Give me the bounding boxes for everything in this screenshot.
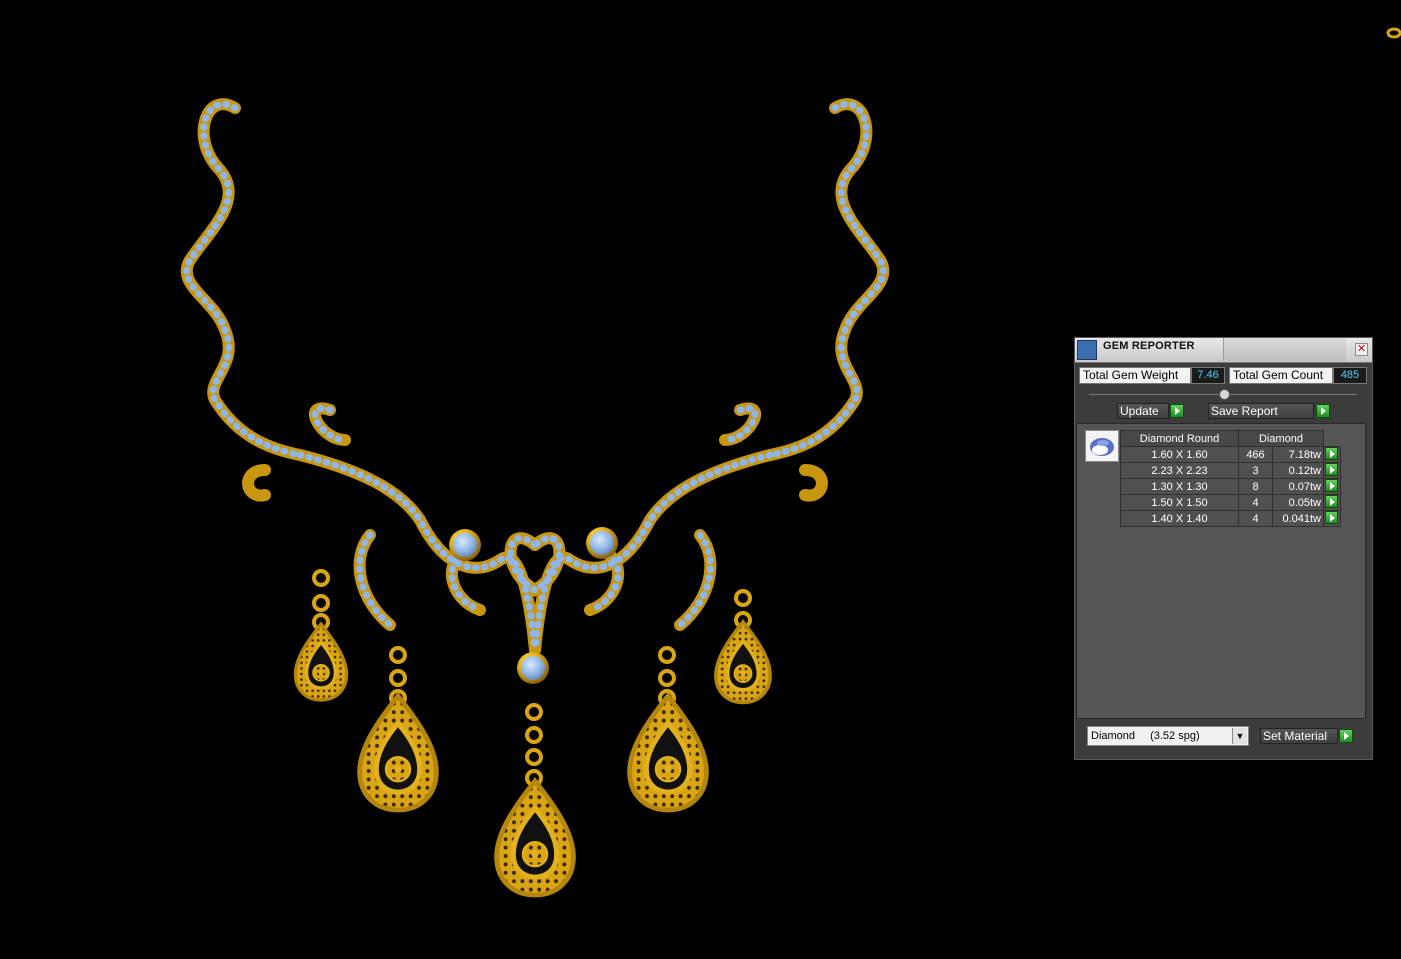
collapse-knob-icon[interactable] <box>1219 389 1230 400</box>
diamond-gem-icon[interactable] <box>1085 430 1119 462</box>
set-material-button[interactable]: Set Material <box>1260 728 1338 744</box>
gem-reporter-icon <box>1077 340 1097 360</box>
gem-size: 1.40 X 1.40 <box>1120 510 1239 527</box>
table-row[interactable]: 1.60 X 1.60 466 7.18tw <box>1120 446 1341 463</box>
material-name: Diamond <box>1091 730 1136 742</box>
gem-count: 4 <box>1238 510 1273 527</box>
gem-count: 3 <box>1238 462 1273 479</box>
gem-count: 466 <box>1238 446 1273 463</box>
total-gem-count-label: Total Gem Count <box>1229 367 1333 384</box>
row-select-play-icon[interactable] <box>1325 495 1338 508</box>
table-row[interactable]: 1.50 X 1.50 4 0.05tw <box>1120 494 1341 511</box>
gem-weight: 0.07tw <box>1272 478 1324 495</box>
total-gem-weight-value: 7.46 <box>1191 367 1225 384</box>
gem-count: 8 <box>1238 478 1273 495</box>
set-material-play-icon[interactable] <box>1339 729 1353 743</box>
column-header-material[interactable]: Diamond <box>1238 430 1324 447</box>
save-report-play-icon[interactable] <box>1316 404 1330 418</box>
update-button[interactable]: Update <box>1117 403 1169 419</box>
save-report-label: Save Report <box>1211 404 1278 418</box>
material-spg: (3.52 spg) <box>1150 730 1200 742</box>
row-select-play-icon[interactable] <box>1325 479 1338 492</box>
gem-table-area: Diamond Round Diamond 1.60 X 1.60 466 7.… <box>1076 423 1366 719</box>
panel-title: GEM REPORTER <box>1103 340 1195 352</box>
gem-weight: 0.041tw <box>1272 510 1324 527</box>
update-label: Update <box>1120 404 1159 418</box>
row-select-play-icon[interactable] <box>1325 463 1338 476</box>
gem-weight: 0.05tw <box>1272 494 1324 511</box>
gem-size: 1.60 X 1.60 <box>1120 446 1239 463</box>
table-row[interactable]: 2.23 X 2.23 3 0.12tw <box>1120 462 1341 479</box>
gem-weight: 7.18tw <box>1272 446 1324 463</box>
update-play-icon[interactable] <box>1170 404 1184 418</box>
column-header-shape[interactable]: Diamond Round <box>1120 430 1239 447</box>
gem-weight: 0.12tw <box>1272 462 1324 479</box>
gem-size: 1.50 X 1.50 <box>1120 494 1239 511</box>
gem-size: 1.30 X 1.30 <box>1120 478 1239 495</box>
close-icon[interactable]: ✕ <box>1355 343 1368 356</box>
set-material-label: Set Material <box>1263 729 1328 743</box>
gem-reporter-panel: GEM REPORTER ✕ Total Gem Weight 7.46 Tot… <box>1074 337 1373 760</box>
total-gem-weight-label: Total Gem Weight <box>1079 367 1191 384</box>
title-strip <box>1223 338 1346 361</box>
gem-count: 4 <box>1238 494 1273 511</box>
row-select-play-icon[interactable] <box>1325 447 1338 460</box>
gem-table: Diamond Round Diamond 1.60 X 1.60 466 7.… <box>1120 430 1341 527</box>
row-select-play-icon[interactable] <box>1325 511 1338 524</box>
gem-size: 2.23 X 2.23 <box>1120 462 1239 479</box>
table-row[interactable]: 1.40 X 1.40 4 0.041tw <box>1120 510 1341 527</box>
total-gem-count-value: 485 <box>1333 367 1367 384</box>
chevron-down-icon[interactable]: ▼ <box>1232 728 1247 744</box>
material-select[interactable]: Diamond (3.52 spg) ▼ <box>1087 726 1249 746</box>
save-report-button[interactable]: Save Report <box>1208 403 1314 419</box>
table-row[interactable]: 1.30 X 1.30 8 0.07tw <box>1120 478 1341 495</box>
ring-model-icon <box>1386 27 1401 39</box>
panel-titlebar[interactable]: GEM REPORTER ✕ <box>1075 338 1372 363</box>
